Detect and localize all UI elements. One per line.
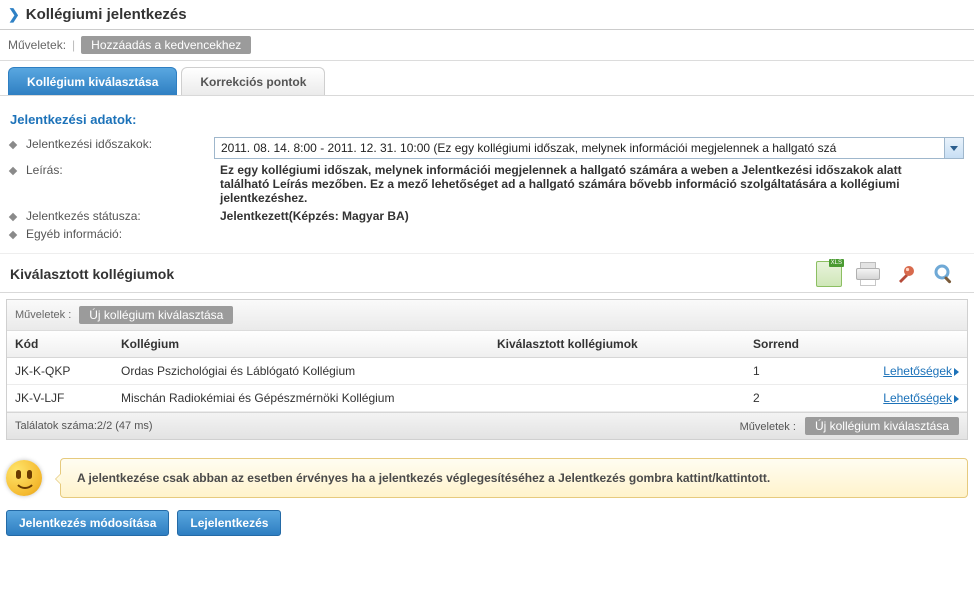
col-kollegium[interactable]: Kollégium [113,331,489,357]
add-to-favorites-button[interactable]: Hozzáadás a kedvencekhez [81,36,251,54]
period-label: Jelentkezési időszakok: [26,137,152,151]
info-message: A jelentkezése csak abban az esetben érv… [60,458,968,498]
modify-application-button[interactable]: Jelentkezés módosítása [6,510,169,536]
smiley-icon [6,460,42,496]
separator: | [72,38,75,52]
title-chevron-icon: ❯ [8,6,20,23]
table-row: JK-V-LJFMischán Radiokémiai és Gépészmér… [7,385,967,412]
grid-foot-ops-label: Műveletek : [740,421,796,433]
chevron-right-icon [954,368,959,376]
description-value: Ez egy kollégiumi időszak, melynek infor… [220,163,940,205]
cell-sorrend: 2 [745,385,861,411]
results-count: Találatok száma:2/2 (47 ms) [15,420,153,432]
cell-kod: JK-V-LJF [7,385,113,411]
dorms-grid: Műveletek : Új kollégium kiválasztása Kó… [6,299,968,440]
new-dorm-button-bottom[interactable]: Új kollégium kiválasztása [805,417,959,435]
chevron-right-icon [954,395,959,403]
cell-kivalasztott [489,385,745,411]
print-icon[interactable] [856,262,880,286]
cell-kollegium: Ordas Pszichológiai és Láblógató Kollégi… [113,358,489,384]
page-title: Kollégiumi jelentkezés [26,6,187,23]
cell-kod: JK-K-QKP [7,358,113,384]
period-select-value: 2011. 08. 14. 8:00 - 2011. 12. 31. 10:00… [221,141,836,155]
period-select[interactable]: 2011. 08. 14. 8:00 - 2011. 12. 31. 10:00… [214,137,964,159]
row-options-link[interactable]: Lehetőségek [883,364,959,378]
col-actions [861,331,967,357]
pin-icon[interactable] [894,262,918,286]
cell-kollegium: Mischán Radiokémiai és Gépészmérnöki Kol… [113,385,489,411]
bullet-icon [9,230,17,238]
col-kivalasztott[interactable]: Kiválasztott kollégiumok [489,331,745,357]
selected-dorms-title: Kiválasztott kollégiumok [10,266,174,282]
new-dorm-button-top[interactable]: Új kollégium kiválasztása [79,306,233,324]
table-row: JK-K-QKPOrdas Pszichológiai és Láblógató… [7,358,967,385]
bullet-icon [9,140,17,148]
ops-label: Műveletek: [8,38,66,52]
col-sorrend[interactable]: Sorrend [745,331,861,357]
tab-korrekcios-pontok[interactable]: Korrekciós pontok [181,67,325,95]
col-kod[interactable]: Kód [7,331,113,357]
cell-kivalasztott [489,358,745,384]
bullet-icon [9,212,17,220]
export-xls-icon[interactable] [816,261,842,287]
form-section-title: Jelentkezési adatok: [10,112,964,127]
other-info-label: Egyéb információ: [26,227,122,241]
search-icon[interactable] [932,262,956,286]
tab-kollegium-kivalasztasa[interactable]: Kollégium kiválasztása [8,67,177,95]
unsubscribe-button[interactable]: Lejelentkezés [177,510,281,536]
bullet-icon [9,166,17,174]
chevron-down-icon[interactable] [944,138,963,158]
row-options-link[interactable]: Lehetőségek [883,391,959,405]
status-label: Jelentkezés státusza: [26,209,141,223]
description-label: Leírás: [26,163,63,177]
grid-ops-label: Műveletek : [15,309,71,321]
status-value: Jelentkezett(Képzés: Magyar BA) [220,209,964,223]
cell-sorrend: 1 [745,358,861,384]
